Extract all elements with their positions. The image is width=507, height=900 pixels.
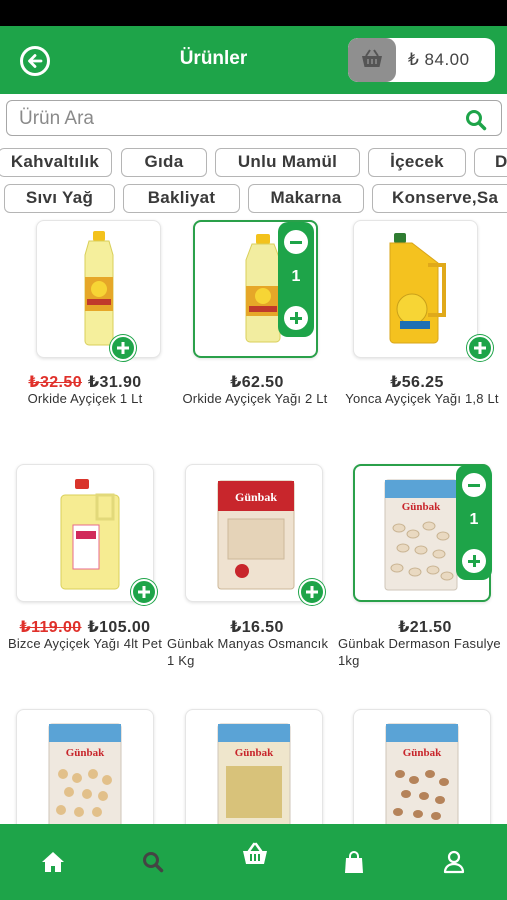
nav-basket[interactable] [205,816,305,892]
increase-button[interactable] [284,306,308,330]
search-icon[interactable] [465,109,487,131]
oil-bottle-image [389,233,446,344]
product-price: ₺32.50 ₺31.90 [0,372,170,392]
current-price: ₺105.00 [87,619,151,636]
old-price: ₺119.00 [19,619,82,636]
basket-icon [243,842,267,864]
search-placeholder: Ürün Ara [19,108,94,129]
quantity-stepper: 1 [278,222,314,337]
cart-total: ₺ 84.00 [408,50,470,69]
chickpea-bag-image: Günbak [48,723,122,832]
bean-bag-image: Günbak [385,723,459,832]
add-to-cart-button[interactable] [467,335,493,361]
add-to-cart-button[interactable] [131,579,157,605]
product-price: ₺62.50 [172,372,342,392]
add-to-cart-button[interactable] [299,579,325,605]
product-card[interactable]: Günbak [185,464,323,602]
product-card[interactable] [16,464,154,602]
product-name: Bizce Ayçiçek Yağı 4lt Pet [7,636,163,651]
basket-icon [348,38,396,82]
current-price: ₺21.50 [398,619,452,636]
quantity-value: 1 [291,268,301,285]
product-price: ₺56.25 [332,372,502,392]
home-icon [42,852,64,872]
old-price: ₺32.50 [28,374,82,391]
oil-jug-image [60,479,120,590]
product-name: Yonca Ayçiçek Yağı 1,8 Lt [345,391,499,406]
category-chip-icecek[interactable]: İçecek [368,148,466,177]
category-chip-more[interactable]: D [474,148,507,177]
product-name: Orkide Ayçiçek Yağı 2 Lt [182,391,328,406]
nav-orders[interactable] [304,824,404,900]
category-chip-konserve[interactable]: Konserve,Sa [372,184,507,213]
quantity-stepper: 1 [456,465,492,580]
svg-text:Günbak: Günbak [66,747,105,759]
nav-profile[interactable] [404,824,504,900]
current-price: ₺62.50 [230,374,284,391]
oil-bottle-image [84,231,114,346]
current-price: ₺16.50 [230,619,284,636]
bottom-navigation [0,824,507,900]
decrease-button[interactable] [462,473,486,497]
category-chip-gida[interactable]: Gıda [121,148,207,177]
svg-text:Günbak: Günbak [235,490,277,504]
product-name: Günbak Manyas Osmancık 1 Kg [167,636,329,668]
product-price: ₺16.50 [172,617,342,637]
current-price: ₺56.25 [390,374,444,391]
product-name: Orkide Ayçiçek 1 Lt [27,391,143,406]
increase-button[interactable] [462,549,486,573]
cart-summary-button[interactable]: ₺ 84.00 [348,38,495,82]
search-icon [143,852,164,873]
category-chip-unlu-mamul[interactable]: Unlu Mamül [215,148,360,177]
product-price: ₺119.00 ₺105.00 [0,617,170,637]
product-name: Günbak Dermason Fasulye 1kg [338,636,501,668]
product-card[interactable] [36,220,161,358]
category-chip-kahvaltilik[interactable]: Kahvaltılık [0,148,112,177]
svg-text:Günbak: Günbak [235,747,274,759]
nav-search[interactable] [103,824,203,900]
svg-text:Günbak: Günbak [403,747,442,759]
search-input[interactable]: Ürün Ara [6,100,502,136]
category-chip-bakliyat[interactable]: Bakliyat [123,184,240,213]
status-bar [0,0,507,26]
current-price: ₺31.90 [88,374,142,391]
product-card[interactable] [353,220,478,358]
category-chip-makarna[interactable]: Makarna [248,184,364,213]
svg-text:Günbak: Günbak [402,501,441,513]
nav-home[interactable] [3,824,103,900]
quantity-value: 1 [469,511,479,528]
bean-bag-image: Günbak [384,479,458,591]
product-price: ₺21.50 [340,617,507,637]
category-chip-sivi-yag[interactable]: Sıvı Yağ [4,184,115,213]
decrease-button[interactable] [284,230,308,254]
add-to-cart-button[interactable] [110,335,136,361]
rice-bag-image: Günbak [217,480,295,590]
bag-icon [345,851,363,873]
user-icon [443,850,465,874]
